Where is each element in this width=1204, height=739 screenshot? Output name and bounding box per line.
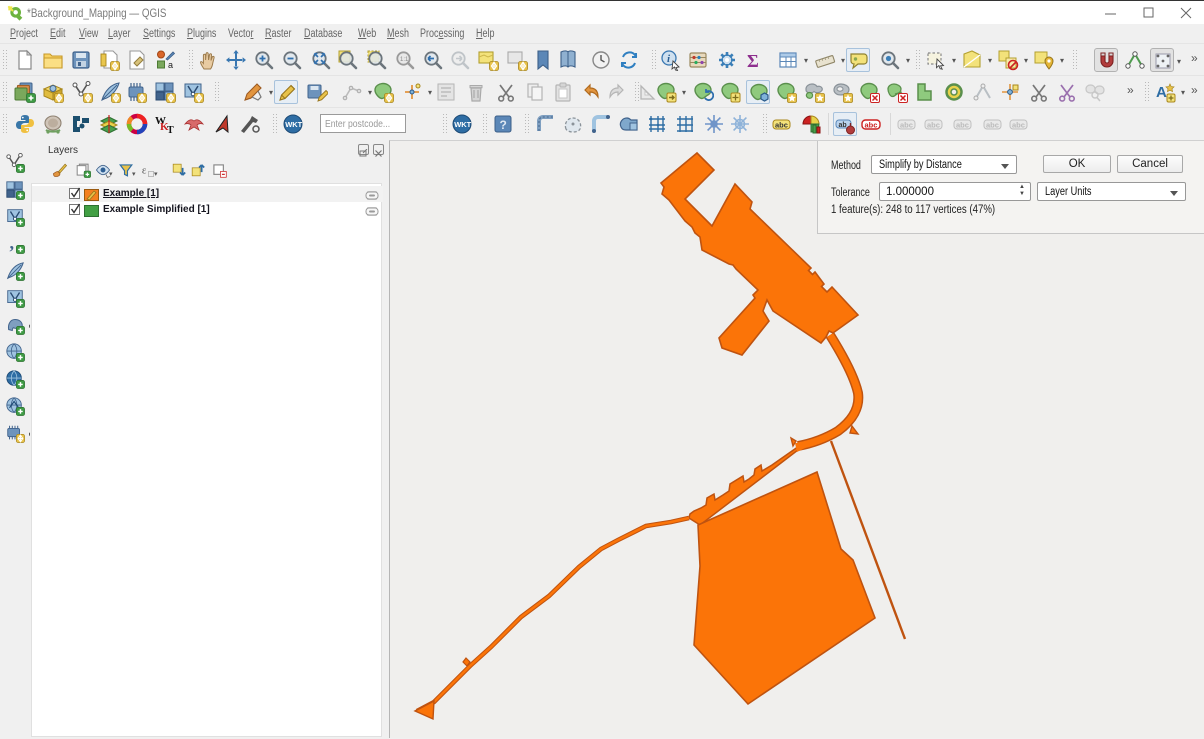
svg-text:ε: ε xyxy=(142,165,147,177)
svg-text:abc: abc xyxy=(927,121,940,130)
svg-text:abc: abc xyxy=(956,121,969,130)
svg-text:abc: abc xyxy=(1012,121,1025,130)
svg-text:WKT: WKT xyxy=(285,120,302,129)
svg-text:abc: abc xyxy=(986,121,999,130)
svg-text:abc: abc xyxy=(775,121,788,130)
svg-text:WKT: WKT xyxy=(454,120,471,129)
svg-text:A: A xyxy=(1156,84,1167,101)
svg-text:T: T xyxy=(167,125,174,135)
svg-text:1:1: 1:1 xyxy=(400,57,409,63)
svg-text:ab: ab xyxy=(839,122,847,129)
svg-text:abc: abc xyxy=(900,121,913,130)
svg-text:Σ: Σ xyxy=(747,51,759,71)
svg-text:a: a xyxy=(168,60,173,70)
svg-text:abc: abc xyxy=(865,121,878,130)
svg-text:,: , xyxy=(10,234,15,253)
svg-text:?: ? xyxy=(500,118,507,132)
